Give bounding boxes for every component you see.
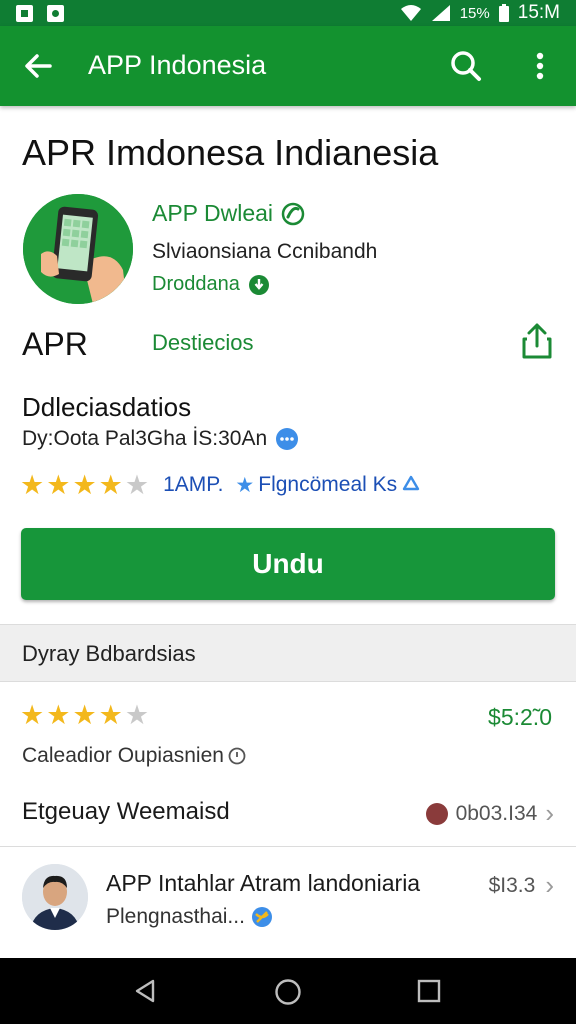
divider [0, 846, 576, 847]
review-stars: ★ ★ ★ ★ ★ [20, 700, 149, 731]
verified-badge-icon [281, 202, 305, 225]
recycle-icon [402, 475, 420, 491]
app-title: APR Imdonesa Indianesia [22, 132, 439, 173]
details-link[interactable]: Destiecios [152, 330, 253, 356]
review-price: $5:2̃.0 [488, 704, 552, 730]
chevron-right-icon: › [545, 798, 554, 828]
status-time: 15:M [517, 2, 560, 23]
nav-back-icon[interactable] [132, 978, 158, 1004]
review-row-title[interactable]: Etgeuay Weemaisd [22, 798, 230, 826]
signal-icon [431, 5, 450, 21]
install-button[interactable]: Undu [21, 528, 555, 600]
reviews-header-label: Dyray Bdbardsias [22, 641, 196, 666]
star-filled-icon: ★ [20, 700, 45, 730]
more-vert-icon[interactable] [524, 48, 556, 84]
star-filled-icon: ★ [20, 469, 45, 500]
listing-meta[interactable]: $I3.3 › [489, 870, 554, 901]
star-filled-icon: ★ [72, 700, 97, 730]
app-bar-title: APP Indonesia [88, 50, 267, 80]
app-subtitle: Slviaonsiana Ccnibandh [152, 240, 378, 263]
back-arrow-icon[interactable] [20, 48, 56, 84]
featured-badge[interactable]: ★ Flgncömeal Ks [235, 473, 421, 498]
battery-percent: 15% [459, 4, 490, 22]
battery-icon [498, 4, 509, 22]
avatar[interactable] [22, 864, 88, 930]
rating-stars: ★ ★ ★ ★ ★ [20, 470, 149, 501]
avatar [425, 802, 448, 825]
meta-line: Dy:Oota Pal3Gha İS:30An [22, 427, 299, 451]
review-text: Caleadior Oupiasnien [22, 744, 246, 768]
rating-row: ★ ★ ★ ★ ★ 1AMP. ★ Flgncömeal Ks [20, 470, 421, 500]
notification-icon [16, 4, 33, 22]
app-logo[interactable] [23, 194, 133, 304]
share-icon[interactable] [520, 322, 554, 360]
listing-title[interactable]: APP Intahlar Atram landoniaria [106, 870, 420, 897]
star-filled-icon: ★ [46, 700, 71, 730]
review-text-label: Caleadior Oupiasnien [22, 744, 224, 767]
app-short-name: APR [22, 326, 88, 362]
star-filled-icon: ★ [98, 469, 123, 500]
developer-name[interactable]: APP Dwleai [152, 200, 305, 227]
star-empty-icon: ★ [124, 700, 150, 730]
app-bar: APP Indonesia [0, 26, 576, 106]
info-icon[interactable] [228, 747, 246, 765]
nav-recents-icon[interactable] [416, 978, 442, 1004]
listing-subtitle-text: Plengnasthai... [106, 905, 245, 928]
reviews-header: Dyray Bdbardsias [0, 624, 576, 682]
nav-home-icon[interactable] [274, 978, 302, 1006]
chat-bubble-icon[interactable] [275, 427, 299, 451]
star-icon: ★ [235, 473, 255, 497]
review-row-meta-text: 0b03.I34 [455, 801, 538, 825]
star-empty-icon: ★ [124, 469, 150, 500]
review-row-meta[interactable]: 0b03.I34 › [425, 798, 554, 829]
star-filled-icon: ★ [98, 700, 123, 730]
wifi-icon [400, 5, 421, 21]
listing-price: $I3.3 [488, 873, 536, 897]
star-filled-icon: ★ [46, 469, 71, 500]
meta-text: Dy:Oota Pal3Gha İS:30An [22, 427, 268, 450]
developer-label: APP Dwleai [152, 200, 274, 226]
app-category[interactable]: Droddana [152, 273, 270, 296]
star-filled-icon: ★ [72, 469, 97, 500]
featured-label: Flgncömeal Ks [258, 473, 398, 496]
globe-icon [251, 907, 272, 927]
search-icon[interactable] [448, 48, 484, 84]
category-label: Droddana [152, 273, 240, 295]
system-nav-bar [0, 958, 576, 1024]
status-bar: 15% 15:M [0, 0, 576, 26]
section-title: Ddleciasdatios [22, 392, 192, 422]
person-photo [22, 864, 88, 930]
chevron-right-icon: › [545, 870, 554, 900]
notification-icon [47, 4, 64, 22]
listing-subtitle: Plengnasthai... [106, 905, 273, 929]
download-badge-icon [248, 274, 269, 295]
phone-hand-illustration [23, 194, 133, 304]
rating-label: 1AMP. [163, 473, 224, 496]
